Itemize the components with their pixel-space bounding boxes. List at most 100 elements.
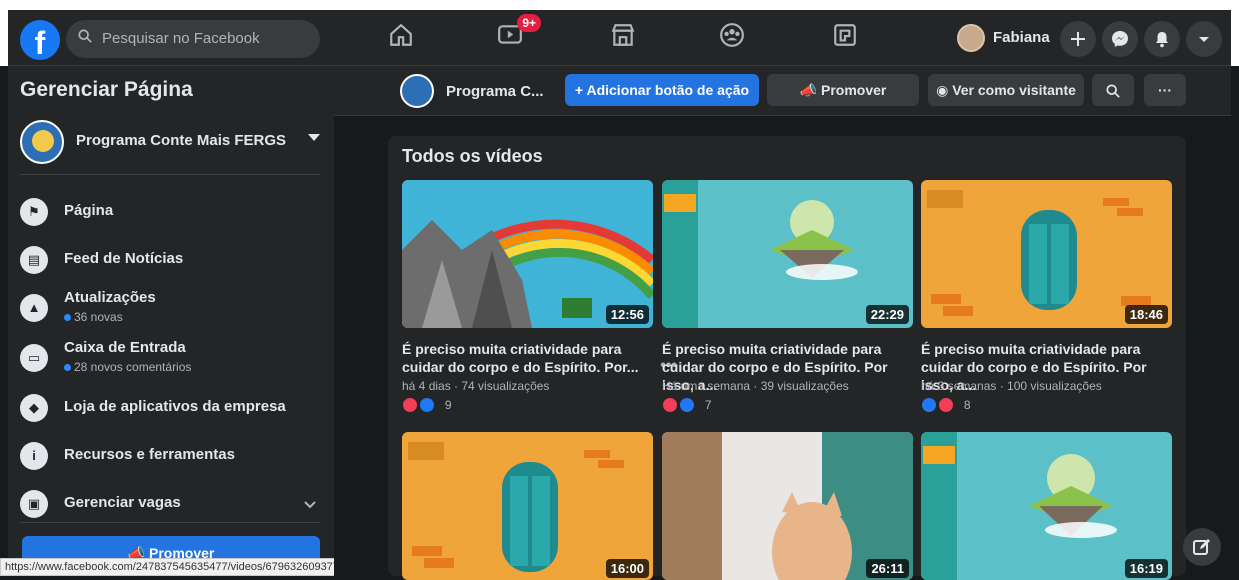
facebook-logo-icon[interactable]: f [20, 20, 60, 60]
inbox-icon: ▭ [20, 344, 48, 372]
promote-button[interactable]: 📣 Promover [767, 74, 919, 106]
video-item[interactable]: 22:29 É preciso muita criatividade para … [662, 180, 913, 420]
search-icon [1106, 84, 1120, 99]
video-thumbnail[interactable]: 16:00 [402, 432, 653, 580]
video-meta: há 3 semanas · 100 visualizações [921, 379, 1102, 393]
section-title: Todos os vídeos [402, 146, 543, 166]
video-item[interactable]: 16:00 [402, 432, 653, 580]
sidebar-item-label: Loja de aplicativos da empresa [64, 398, 286, 415]
video-duration: 26:11 [866, 559, 909, 578]
sidebar-item-caixa-de-entrada[interactable]: ▭ Caixa de Entrada 28 novos comentários [20, 338, 320, 382]
sidebar-item-label: Feed de Notícias [64, 250, 184, 267]
caret-down-icon [1199, 37, 1209, 42]
all-videos-card: Todos os vídeos 12:56 É preciso muita cr… [388, 136, 1186, 580]
video-item[interactable]: 12:56 É preciso muita criatividade para … [402, 180, 677, 420]
flag-icon: ⚑ [20, 198, 48, 226]
like-reaction-icon [921, 396, 937, 413]
search-placeholder: Pesquisar no Facebook [102, 30, 260, 47]
top-navigation-bar: f Pesquisar no Facebook 9+ Fabiana [8, 10, 1231, 66]
sidebar-item-feed[interactable]: ▤ Feed de Notícias [20, 240, 320, 284]
page-selector[interactable]: Programa Conte Mais FERGS [20, 118, 320, 166]
chevron-down-icon [304, 498, 316, 512]
reactions[interactable]: 8 [921, 396, 971, 414]
sidebar-item-label: Recursos e ferramentas [64, 446, 235, 463]
divider [20, 522, 320, 523]
sidebar-item-sublabel: 28 novos comentários [64, 360, 191, 374]
search-icon [78, 20, 92, 58]
news-feed-icon: ▤ [20, 246, 48, 274]
video-duration: 16:19 [1124, 559, 1168, 578]
sidebar-title: Gerenciar Página [20, 78, 193, 101]
page-name: Programa Conte Mais FERGS [76, 132, 287, 149]
love-reaction-icon [938, 396, 955, 413]
caret-down-icon [308, 134, 320, 141]
reaction-count: 8 [963, 397, 971, 412]
sidebar-item-recursos[interactable]: i Recursos e ferramentas [20, 436, 320, 480]
home-icon[interactable] [384, 22, 418, 52]
messenger-icon [1112, 31, 1128, 47]
add-action-button[interactable]: + Adicionar botão de ação [565, 74, 759, 106]
sidebar-item-pagina[interactable]: ⚑ Página [20, 192, 320, 236]
video-thumbnail[interactable]: 18:46 [921, 180, 1172, 328]
sidebar-item-label: Caixa de Entrada [64, 339, 186, 356]
messenger-button[interactable] [1102, 21, 1138, 57]
page-name-short: Programa C... [446, 83, 544, 100]
page-avatar [400, 74, 434, 108]
video-item[interactable]: 16:19 [921, 432, 1172, 580]
bell-icon [1156, 32, 1168, 48]
unread-dot [64, 364, 71, 371]
megaphone-icon: 📣 [799, 82, 818, 98]
like-reaction-icon [419, 396, 436, 413]
video-thumbnail[interactable]: 16:19 [921, 432, 1172, 580]
video-meta: Há uma semana · 39 visualizações [662, 379, 849, 393]
sidebar-item-label: Atualizações [64, 289, 156, 306]
video-thumbnail[interactable]: 12:56 [402, 180, 653, 328]
video-duration: 16:00 [605, 559, 649, 578]
video-duration: 18:46 [1124, 305, 1168, 324]
updates-icon: ▲ [20, 294, 48, 322]
marketplace-icon[interactable] [606, 22, 640, 52]
profile-name: Fabiana [993, 29, 1050, 46]
reaction-count: 7 [704, 397, 712, 412]
video-duration: 12:56 [605, 305, 649, 324]
notifications-button[interactable] [1144, 21, 1180, 57]
window-illustration [402, 432, 653, 580]
reaction-count: 9 [444, 397, 452, 412]
sidebar-item-loja[interactable]: ◆ Loja de aplicativos da empresa [20, 388, 320, 432]
notification-badge: 9+ [517, 14, 541, 32]
more-options-button[interactable]: ··· [1144, 74, 1186, 106]
account-menu-button[interactable] [1186, 21, 1222, 57]
video-title[interactable]: É preciso muita criatividade para cuidar… [402, 340, 653, 376]
profile-button[interactable]: Fabiana [953, 20, 1057, 56]
app-store-icon: ◆ [20, 394, 48, 422]
top-bar-frame: f Pesquisar no Facebook 9+ Fabiana [0, 0, 1239, 66]
sidebar-item-sublabel: 36 novas [64, 310, 123, 324]
groups-icon[interactable] [715, 22, 749, 52]
video-item[interactable]: 18:46 É preciso muita criatividade para … [921, 180, 1172, 420]
divider [20, 174, 320, 175]
new-message-button[interactable] [1183, 528, 1221, 566]
create-button[interactable] [1060, 21, 1096, 57]
plus-icon [1071, 32, 1085, 46]
gaming-icon[interactable] [828, 22, 862, 52]
floating-island-illustration [921, 432, 1172, 580]
video-thumbnail[interactable]: 26:11 [662, 432, 913, 580]
search-input[interactable]: Pesquisar no Facebook [66, 20, 320, 58]
search-button[interactable] [1092, 74, 1134, 106]
page-action-bar: Programa C... + Adicionar botão de ação … [334, 66, 1231, 116]
view-as-label: Ver como visitante [952, 82, 1076, 98]
reactions[interactable]: 7 [662, 396, 712, 414]
main-content: Programa C... + Adicionar botão de ação … [334, 66, 1231, 580]
avatar [957, 24, 985, 52]
reactions[interactable]: 9 [402, 396, 452, 414]
video-item[interactable]: 26:11 [662, 432, 913, 580]
video-thumbnail[interactable]: 22:29 [662, 180, 913, 328]
sidebar-item-atualizacoes[interactable]: ▲ Atualizações 36 novas [20, 288, 320, 332]
sidebar-item-label: Página [64, 202, 114, 219]
watch-icon[interactable]: 9+ [493, 14, 541, 52]
view-as-visitor-button[interactable]: ◉ Ver como visitante [928, 74, 1084, 106]
info-icon: i [20, 442, 48, 470]
love-reaction-icon [662, 396, 678, 413]
manage-page-sidebar: Gerenciar Página Programa Conte Mais FER… [8, 66, 334, 576]
person-with-cat-photo [662, 432, 913, 580]
